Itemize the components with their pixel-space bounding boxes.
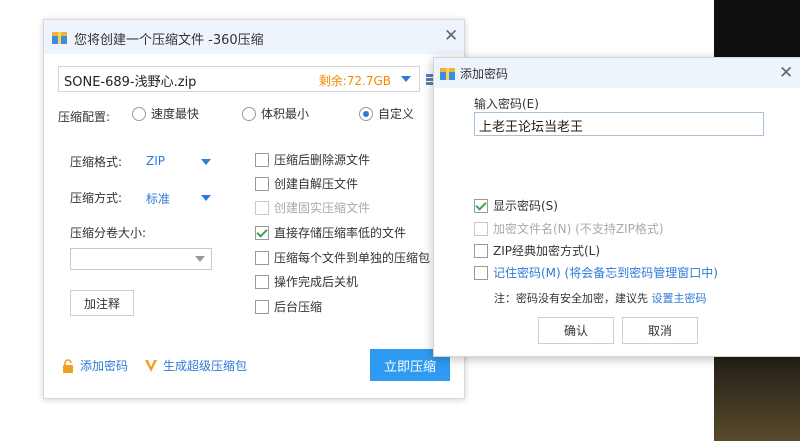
option-delete-source[interactable]: 压缩后删除源文件 bbox=[255, 151, 370, 168]
password-input-label: 输入密码(E) bbox=[474, 97, 539, 111]
method-select[interactable]: 标准 bbox=[146, 190, 170, 207]
checkbox bbox=[255, 200, 269, 215]
dialog-title: 添加密码 bbox=[460, 67, 509, 81]
option-show-password[interactable]: 显示密码(S) bbox=[474, 197, 558, 214]
add-password-link[interactable]: 添加密码 bbox=[61, 357, 128, 374]
radio-selected-icon bbox=[359, 106, 373, 121]
set-master-password-link[interactable]: 设置主密码 bbox=[652, 292, 707, 305]
file-name: SONE-689-浅野心.zip bbox=[64, 75, 197, 90]
chevron-down-icon[interactable] bbox=[201, 195, 211, 201]
add-comment-button[interactable]: 加注释 bbox=[70, 290, 134, 316]
archive-app-icon bbox=[52, 32, 67, 44]
compress-dialog: 您将创建一个压缩文件 -360压缩 ✕ SONE-689-浅野心.zip 剩余:… bbox=[43, 19, 465, 399]
security-note: 注：密码没有安全加密，建议先 设置主密码 bbox=[494, 292, 707, 305]
chevron-down-icon[interactable] bbox=[195, 256, 205, 262]
radio-fastest[interactable]: 速度最快 bbox=[132, 105, 199, 122]
checkbox[interactable] bbox=[255, 152, 269, 167]
chevron-down-icon[interactable] bbox=[401, 76, 411, 82]
checkbox[interactable] bbox=[255, 176, 269, 191]
radio-smallest[interactable]: 体积最小 bbox=[242, 105, 309, 122]
archive-app-icon bbox=[440, 68, 455, 80]
option-background[interactable]: 后台压缩 bbox=[255, 298, 322, 315]
titlebar[interactable]: 您将创建一个压缩文件 -360压缩 ✕ bbox=[44, 20, 464, 54]
checkbox bbox=[474, 221, 488, 236]
window-title: 您将创建一个压缩文件 -360压缩 bbox=[74, 33, 264, 48]
lock-icon bbox=[63, 358, 73, 373]
radio-icon bbox=[242, 106, 256, 121]
checkbox-checked[interactable] bbox=[474, 198, 488, 213]
close-icon[interactable]: ✕ bbox=[779, 65, 793, 82]
radio-custom[interactable]: 自定义 bbox=[359, 105, 414, 122]
add-password-dialog: 添加密码 ✕ 输入密码(E) 上老王论坛当老王 显示密码(S) 加密文件名(N)… bbox=[433, 57, 800, 357]
checkbox[interactable] bbox=[255, 250, 269, 265]
option-solid-archive: 创建固实压缩文件 bbox=[255, 199, 370, 216]
checkbox[interactable] bbox=[255, 299, 269, 314]
checkbox-checked[interactable] bbox=[255, 225, 269, 240]
option-separate-archives[interactable]: 压缩每个文件到单独的压缩包 bbox=[255, 249, 430, 266]
option-self-extracting[interactable]: 创建自解压文件 bbox=[255, 175, 358, 192]
v-badge-icon bbox=[145, 359, 157, 372]
close-icon[interactable]: ✕ bbox=[444, 28, 458, 45]
config-label: 压缩配置: bbox=[58, 110, 111, 124]
method-label: 压缩方式: bbox=[70, 191, 123, 205]
option-remember-password[interactable]: 记住密码(M) (将会备忘到密码管理窗口中) bbox=[474, 264, 718, 281]
cancel-button[interactable]: 取消 bbox=[622, 317, 698, 344]
password-input[interactable]: 上老王论坛当老王 bbox=[474, 112, 764, 136]
radio-icon bbox=[132, 106, 146, 121]
titlebar[interactable]: 添加密码 ✕ bbox=[434, 58, 800, 88]
checkbox[interactable] bbox=[255, 274, 269, 289]
split-size-combobox[interactable] bbox=[70, 248, 212, 270]
chevron-down-icon[interactable] bbox=[201, 159, 211, 165]
checkbox[interactable] bbox=[474, 243, 488, 258]
free-space-label: 剩余:72.7GB bbox=[318, 74, 391, 88]
super-zip-link[interactable]: 生成超级压缩包 bbox=[144, 357, 247, 374]
option-zip-classic[interactable]: ZIP经典加密方式(L) bbox=[474, 242, 600, 259]
option-encrypt-filenames: 加密文件名(N) (不支持ZIP格式) bbox=[474, 220, 664, 237]
split-label: 压缩分卷大小: bbox=[70, 226, 147, 240]
format-label: 压缩格式: bbox=[70, 155, 123, 169]
checkbox[interactable] bbox=[474, 265, 488, 280]
option-shutdown-after[interactable]: 操作完成后关机 bbox=[255, 273, 358, 290]
confirm-button[interactable]: 确认 bbox=[538, 317, 614, 344]
option-store-low-ratio[interactable]: 直接存储压缩率低的文件 bbox=[255, 224, 406, 241]
file-name-field[interactable]: SONE-689-浅野心.zip 剩余:72.7GB bbox=[58, 66, 420, 92]
format-select[interactable]: ZIP bbox=[146, 154, 165, 168]
